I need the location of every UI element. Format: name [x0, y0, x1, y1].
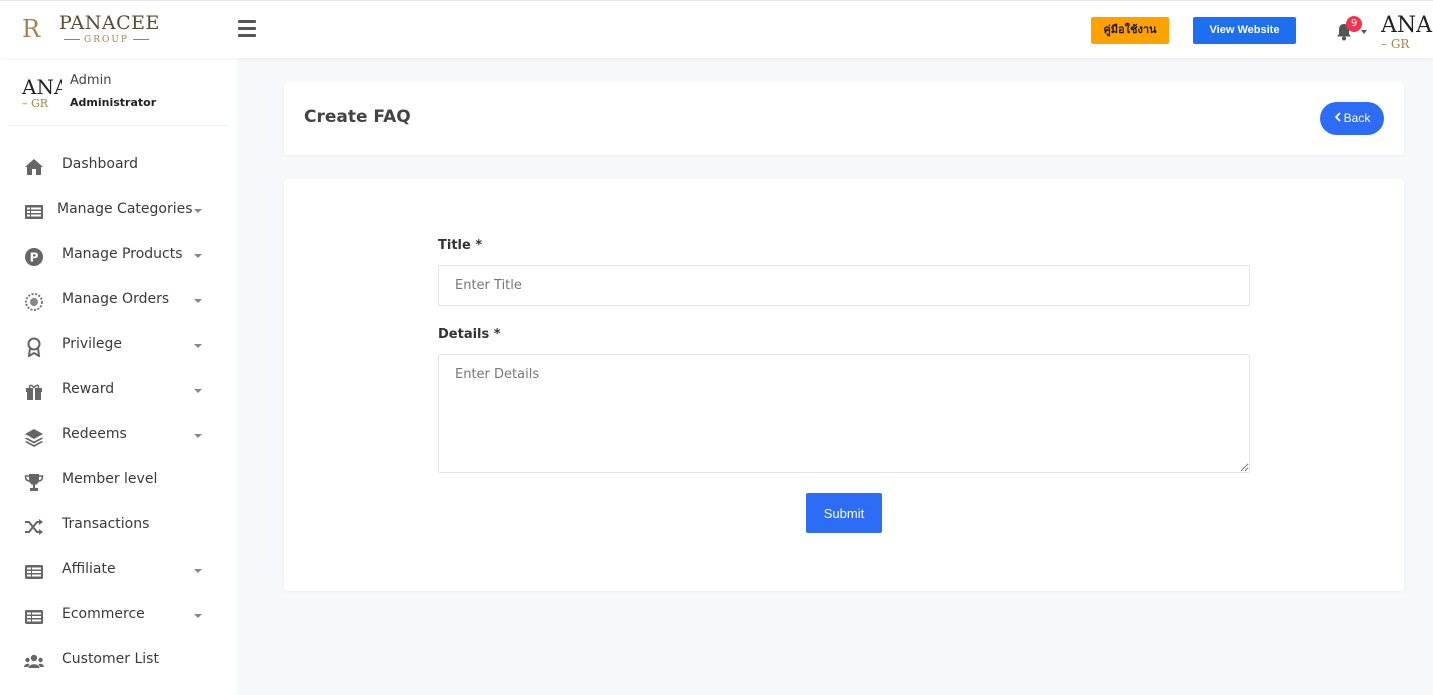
- avatar: ANA – GR: [22, 76, 62, 110]
- sidebar-item-ecommerce[interactable]: Ecommerce: [0, 594, 237, 639]
- product-p-icon: P: [25, 248, 43, 266]
- page-title: Create FAQ: [304, 107, 411, 127]
- sidebar-item-customer-list[interactable]: Customer List: [0, 639, 237, 684]
- faq-form-card: Title * Details * Submit: [284, 179, 1404, 591]
- title-input[interactable]: [438, 265, 1250, 306]
- page-header-card: Create FAQ Back: [284, 82, 1404, 155]
- sidebar-item-manage-categories[interactable]: Manage Categories: [0, 189, 237, 234]
- details-textarea[interactable]: [438, 354, 1250, 473]
- user-avatar[interactable]: ANA – GR: [1381, 14, 1433, 52]
- sidebar-item-privilege[interactable]: Privilege: [0, 324, 237, 369]
- panacee-logo[interactable]: R PANACEE GROUP: [22, 12, 159, 49]
- sidebar-item-redeems[interactable]: Redeems: [0, 414, 237, 459]
- back-button-label: Back: [1343, 111, 1371, 125]
- view-website-button[interactable]: View Website: [1193, 17, 1296, 44]
- award-icon: [27, 337, 41, 357]
- table-icon: [25, 610, 43, 624]
- top-header: R PANACEE GROUP คู่มือใช้งาน View Websit…: [0, 0, 1433, 58]
- sidebar-item-label: Ecommerce: [62, 606, 145, 622]
- sidebar: ANA – GR Admin Administrator Dashboard M…: [0, 58, 237, 695]
- sidebar-item-label: Reward: [62, 381, 115, 397]
- sidebar-item-label: Member level: [62, 471, 158, 487]
- sidebar-item-label: Customer List: [62, 651, 159, 667]
- sidebar-item-label: Transactions: [62, 516, 150, 532]
- title-label: Title *: [438, 238, 483, 253]
- sidebar-item-label: Dashboard: [62, 156, 138, 172]
- orders-icon: [25, 293, 43, 311]
- logo-mark: R: [22, 15, 40, 43]
- sidebar-item-label: Manage Categories: [57, 201, 193, 217]
- layers-icon: [25, 429, 43, 447]
- users-icon: [24, 654, 44, 668]
- chevron-down-icon: [194, 209, 202, 213]
- logo-name: PANACEE: [59, 12, 160, 34]
- chevron-down-icon: [194, 614, 202, 618]
- chevron-down-icon: [194, 569, 202, 573]
- profile-role: Administrator: [70, 96, 157, 109]
- sidebar-item-label: Privilege: [62, 336, 123, 352]
- sidebar-item-reward[interactable]: Reward: [0, 369, 237, 414]
- home-icon: [25, 159, 43, 175]
- manual-button[interactable]: คู่มือใช้งาน: [1091, 17, 1169, 44]
- sidebar-item-member-level[interactable]: Member level: [0, 459, 237, 504]
- chevron-down-icon[interactable]: [1361, 30, 1367, 34]
- table-icon: [25, 565, 43, 579]
- sidebar-item-transactions[interactable]: Transactions: [0, 504, 237, 549]
- details-label: Details *: [438, 327, 501, 342]
- gift-icon: [26, 384, 42, 400]
- sidebar-item-dashboard[interactable]: Dashboard: [0, 144, 237, 189]
- sidebar-item-affiliate[interactable]: Affiliate: [0, 549, 237, 594]
- chevron-left-icon: [1334, 112, 1341, 122]
- chevron-down-icon: [194, 344, 202, 348]
- menu-toggle-icon[interactable]: [238, 20, 256, 38]
- svg-text:P: P: [30, 251, 39, 265]
- chevron-down-icon: [194, 254, 202, 258]
- sidebar-item-label: Affiliate: [62, 561, 116, 577]
- shuffle-icon: [25, 519, 43, 535]
- submit-button[interactable]: Submit: [806, 493, 882, 533]
- list-icon: [25, 205, 43, 219]
- logo-subtitle: GROUP: [60, 35, 150, 45]
- chevron-down-icon: [194, 299, 202, 303]
- profile-name: Admin: [70, 73, 112, 88]
- sidebar-item-label: Manage Orders: [62, 291, 170, 307]
- sidebar-profile: ANA – GR Admin Administrator: [8, 58, 228, 126]
- sidebar-item-label: Redeems: [62, 426, 127, 442]
- chevron-down-icon: [194, 434, 202, 438]
- sidebar-item-manage-orders[interactable]: Manage Orders: [0, 279, 237, 324]
- trophy-icon: [24, 474, 44, 491]
- sidebar-item-label: Manage Products: [62, 246, 183, 262]
- sidebar-item-manage-products[interactable]: P Manage Products: [0, 234, 237, 279]
- chevron-down-icon: [194, 389, 202, 393]
- notification-badge: 9: [1346, 16, 1362, 32]
- back-button[interactable]: Back: [1320, 102, 1384, 135]
